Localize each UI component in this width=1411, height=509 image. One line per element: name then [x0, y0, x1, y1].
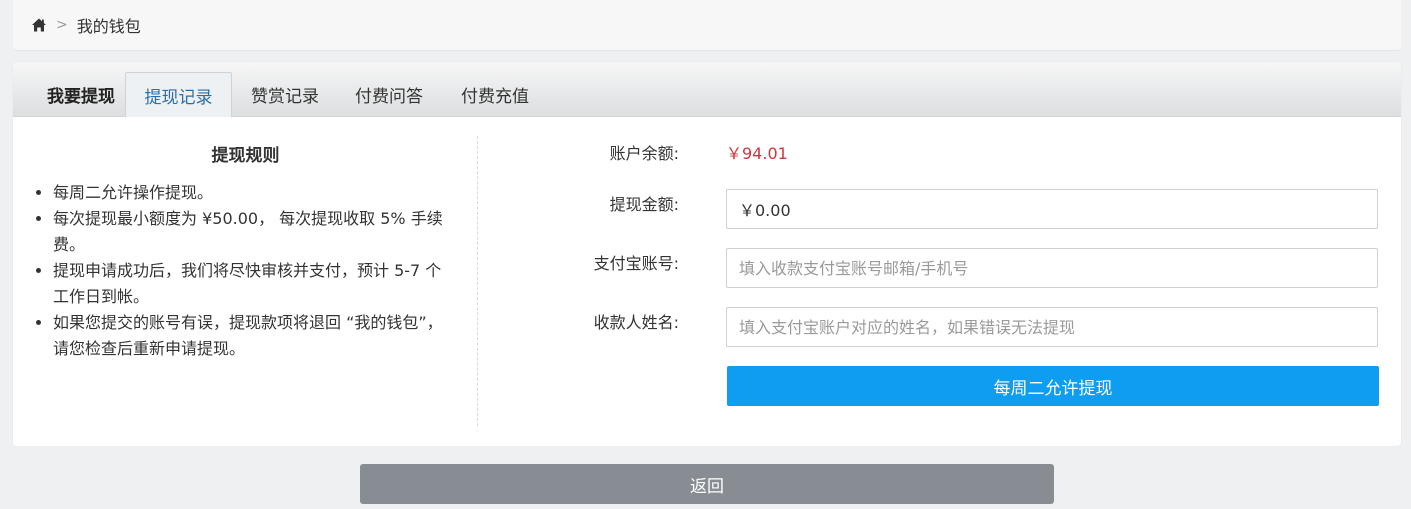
breadcrumb-separator: > [56, 17, 68, 33]
breadcrumb-current: 我的钱包 [76, 17, 141, 36]
rule-item: 每周二允许操作提现。 [53, 180, 453, 206]
breadcrumb: > 我的钱包 [13, 0, 1401, 51]
alipay-account-input[interactable] [726, 248, 1378, 288]
balance-label: 账户余额: [609, 144, 679, 163]
rules-title: 提现规则 [211, 146, 280, 166]
tab-paid-qa[interactable]: 付费问答 [339, 72, 439, 116]
amount-label: 提现金额: [609, 195, 679, 214]
rule-item: 每次提现最小额度为 ¥50.00， 每次提现收取 5% 手续费。 [53, 206, 453, 258]
tab-reward-records[interactable]: 赞赏记录 [235, 72, 335, 116]
home-icon[interactable] [31, 17, 47, 33]
submit-withdraw-button[interactable]: 每周二允许提现 [727, 366, 1379, 406]
amount-input[interactable] [726, 189, 1378, 229]
balance-value: ￥94.01 [726, 144, 788, 163]
rule-item: 提现申请成功后，我们将尽快审核并支付，预计 5-7 个工作日到帐。 [53, 258, 453, 310]
tab-withdraw-records[interactable]: 提现记录 [125, 72, 232, 117]
tab-bar: 我要提现 提现记录 赞赏记录 付费问答 付费充值 [13, 62, 1401, 117]
payee-name-label: 收款人姓名: [593, 313, 679, 332]
section-divider [477, 136, 478, 426]
back-button[interactable]: 返回 [360, 464, 1054, 504]
wallet-panel: 我要提现 提现记录 赞赏记录 付费问答 付费充值 提现规则 每周二允许操作提现。… [13, 62, 1401, 446]
tab-paid-recharge[interactable]: 付费充值 [445, 72, 545, 116]
rules-list: 每周二允许操作提现。 每次提现最小额度为 ¥50.00， 每次提现收取 5% 手… [35, 180, 453, 362]
alipay-label: 支付宝账号: [593, 254, 679, 273]
payee-name-input[interactable] [726, 307, 1378, 347]
tab-withdraw[interactable]: 我要提现 [27, 72, 135, 116]
rule-item: 如果您提交的账号有误，提现款项将退回 “我的钱包”，请您检查后重新申请提现。 [53, 310, 453, 362]
